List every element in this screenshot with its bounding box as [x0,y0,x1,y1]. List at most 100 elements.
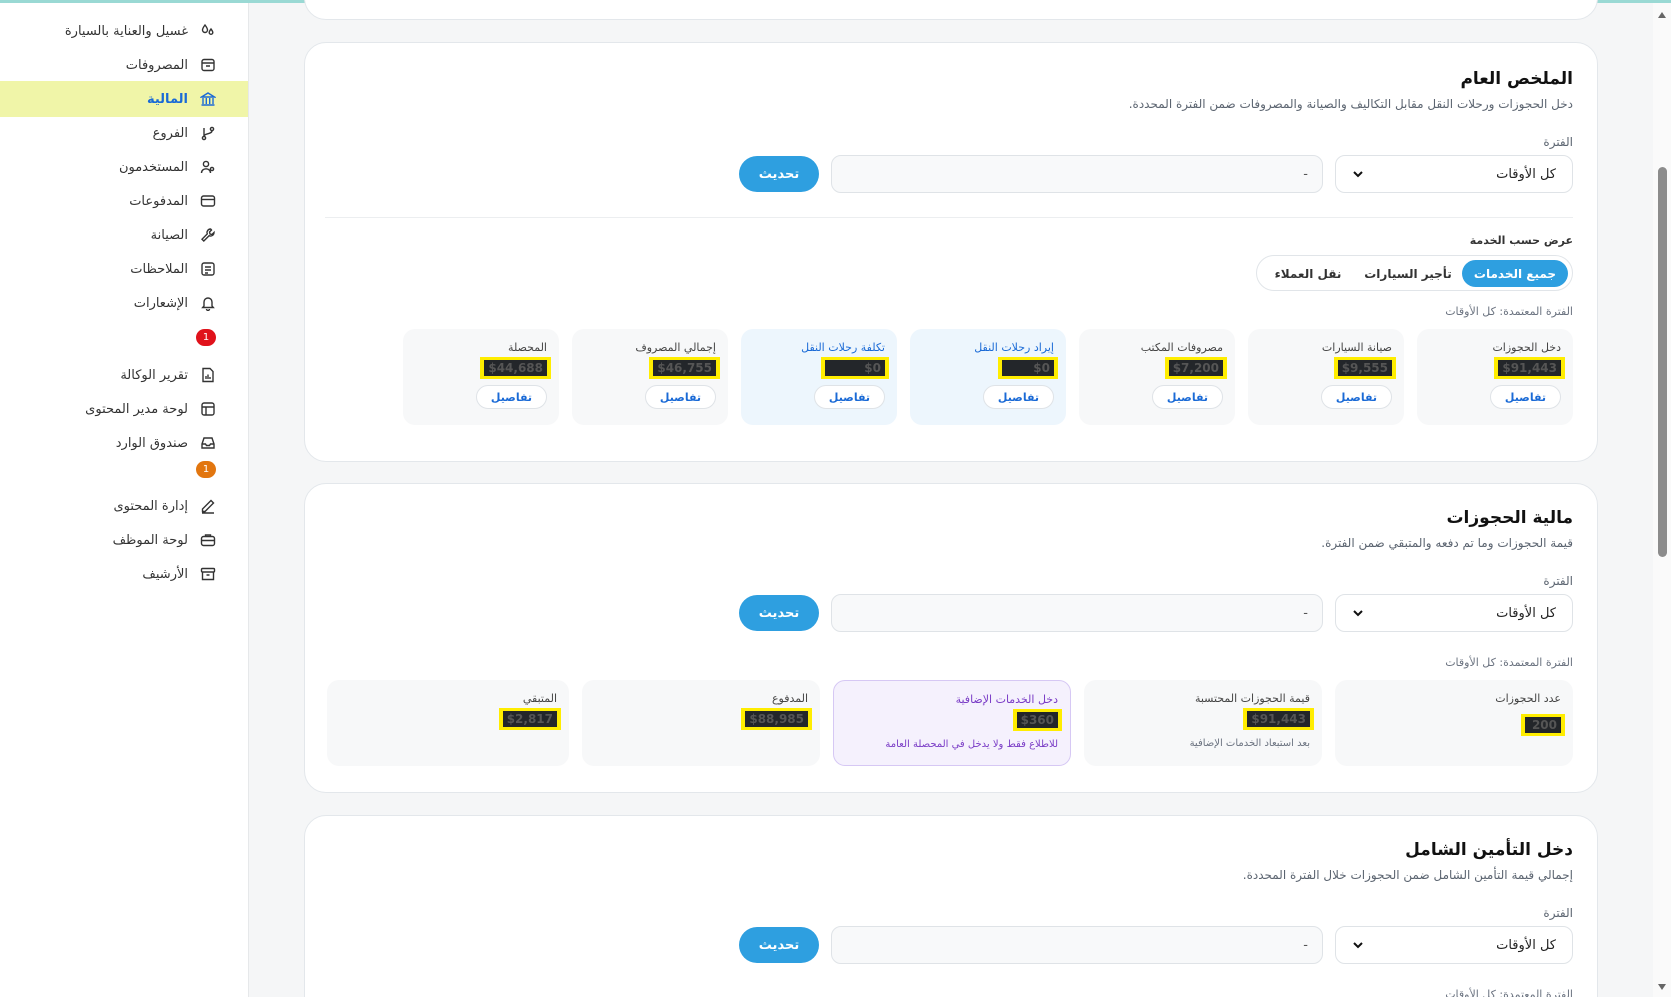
summary-subtitle: دخل الحجوزات ورحلات النقل مقابل التكاليف… [1128,97,1573,111]
period-select[interactable]: كل الأوقات [1335,155,1573,193]
period-label: الفترة [1543,574,1573,588]
bookings-subtitle: قيمة الحجوزات وما تم دفعه والمتبقي ضمن ا… [1321,536,1573,550]
stat-label: مصروفات المكتب [1140,341,1223,354]
sidebar-item-label: غسيل والعناية بالسيارة [64,23,188,39]
stat-value-redacted: $88,985 [741,708,812,730]
sidebar-item-expenses[interactable]: المصروفات [0,47,248,83]
page-scrollbar[interactable] [1653,3,1671,997]
applied-period-note: الفترة المعتمدة: كل الأوقات [1445,988,1573,997]
bookings-finance-card: مالية الحجوزات قيمة الحجوزات وما تم دفعه… [304,483,1598,793]
sidebar-item-archive[interactable]: الأرشيف [0,556,248,592]
sidebar-item-users[interactable]: المستخدمون [0,149,248,185]
stat-label: إجمالي المصروف [635,341,716,354]
stat-label: عدد الحجوزات [1495,692,1561,705]
chevron-down-icon [1353,610,1363,617]
stat-card-transport-cost: تكلفة رحلات النقل $0 تفاصيل [741,329,897,425]
sidebar-item-content-management[interactable]: إدارة المحتوى [0,488,248,524]
tab-car-rental[interactable]: تأجير السيارات [1358,260,1458,287]
period-select[interactable]: كل الأوقات [1335,926,1573,964]
date-range-input[interactable]: - [831,926,1323,964]
insurance-title: دخل التأمين الشامل [1405,840,1573,860]
stat-card-extra-services-income: دخل الخدمات الإضافية $360 للاطلاع فقط ول… [833,680,1071,766]
sidebar-item-label: المدفوعات [129,193,188,209]
date-range-input[interactable]: - [831,594,1323,632]
stat-card-net-collected: المحصلة $44,688 تفاصيل [403,329,559,425]
refresh-button[interactable]: تحديث [739,156,819,192]
stat-note: للاطلاع فقط ولا يدخل في المحصلة العامة [885,739,1058,750]
sidebar-item-notifications[interactable]: الإشعارات [0,285,248,321]
sidebar-item-label: الفروع [152,125,188,141]
branch-icon [201,126,215,141]
period-select[interactable]: كل الأوقات [1335,594,1573,632]
inbox-count-badge: 1 [196,461,216,478]
sidebar-item-label: الأرشيف [142,566,188,582]
details-button[interactable]: تفاصيل [982,385,1054,409]
service-filter-tabs: جميع الخدمات تأجير السيارات نقل العملاء [1256,255,1573,291]
refresh-button[interactable]: تحديث [739,927,819,963]
sidebar-item-label: صندوق الوارد [115,435,188,451]
divider [325,217,1573,218]
sidebar-item-label: لوحة مدير المحتوى [85,401,188,417]
tab-customer-transport[interactable]: نقل العملاء [1262,260,1354,287]
receipt-icon [201,58,215,72]
sidebar-item-car-wash[interactable]: غسيل والعناية بالسيارة [0,13,248,49]
scrollbar-thumb[interactable] [1658,167,1667,557]
stat-card-office-expenses: مصروفات المكتب $7,200 تفاصيل [1079,329,1235,425]
period-select-value: كل الأوقات [1496,166,1556,182]
stat-label: دخل الحجوزات [1492,341,1561,354]
insurance-subtitle: إجمالي قيمة التأمين الشامل ضمن الحجوزات … [1242,868,1573,882]
sidebar-item-branches[interactable]: الفروع [0,115,248,151]
stat-value-redacted: $7,200 [1164,357,1227,379]
details-button[interactable]: تفاصيل [813,385,885,409]
stat-label: المحصلة [508,341,547,354]
sidebar-item-employee-board[interactable]: لوحة الموظف [0,522,248,558]
bookings-title: مالية الحجوزات [1446,508,1573,528]
layout-icon [201,402,215,416]
stat-label: صيانة السيارات [1321,341,1392,354]
date-range-input[interactable]: - [831,155,1323,193]
details-button[interactable]: تفاصيل [475,385,547,409]
details-button[interactable]: تفاصيل [1320,385,1392,409]
sidebar-item-payments[interactable]: المدفوعات [0,183,248,219]
stat-label: المدفوع [771,692,808,705]
sidebar-item-inbox[interactable]: صندوق الوارد [0,425,248,461]
sidebar-item-content-manager-board[interactable]: لوحة مدير المحتوى [0,391,248,427]
stat-card-bookings-income: دخل الحجوزات $91,443 تفاصيل [1417,329,1573,425]
stat-value-redacted: $91,443 [1243,708,1314,730]
scroll-up-arrow-icon[interactable] [1657,11,1667,19]
stat-label: دخل الخدمات الإضافية [955,693,1058,706]
stat-card-counted-bookings-value: قيمة الحجوزات المحتسبة $91,443 بعد استبع… [1084,680,1322,766]
stat-label: قيمة الحجوزات المحتسبة [1194,692,1310,705]
sidebar-item-label: لوحة الموظف [112,532,188,548]
stat-value-redacted: $46,755 [649,357,720,379]
report-icon [202,367,214,383]
sidebar-item-notes[interactable]: الملاحظات [0,251,248,287]
details-button[interactable]: تفاصيل [644,385,716,409]
sidebar-item-maintenance[interactable]: الصيانة [0,217,248,253]
sidebar-item-label: المصروفات [125,57,188,73]
period-select-value: كل الأوقات [1496,937,1556,953]
sidebar-item-label: الإشعارات [133,295,188,311]
sidebar-item-label: تقرير الوكالة [120,367,188,383]
stat-value-redacted: $2,817 [498,708,561,730]
scroll-down-arrow-icon[interactable] [1657,983,1667,991]
sidebar-item-agency-report[interactable]: تقرير الوكالة [0,357,248,393]
credit-card-icon [200,195,216,207]
details-button[interactable]: تفاصيل [1151,385,1223,409]
tab-all-services[interactable]: جميع الخدمات [1462,260,1568,287]
sidebar-item-label: المستخدمون [118,159,188,175]
refresh-button[interactable]: تحديث [739,595,819,631]
wrench-icon [201,228,215,242]
insurance-income-card: دخل التأمين الشامل إجمالي قيمة التأمين ا… [304,815,1598,997]
bank-icon [200,92,216,106]
period-select-value: كل الأوقات [1496,605,1556,621]
view-by-service-label: عرض حسب الخدمة [1469,234,1573,247]
period-label: الفترة [1543,906,1573,920]
sidebar-item-label: إدارة المحتوى [113,498,188,514]
stat-value-redacted: $0 [821,357,889,379]
stat-label: إيراد رحلات النقل [974,341,1054,354]
stat-label: تكلفة رحلات النقل [801,341,885,354]
details-button[interactable]: تفاصيل [1489,385,1561,409]
sidebar-item-finance[interactable]: المالية [0,81,248,117]
stat-note: بعد استبعاد الخدمات الإضافية [1189,738,1310,749]
